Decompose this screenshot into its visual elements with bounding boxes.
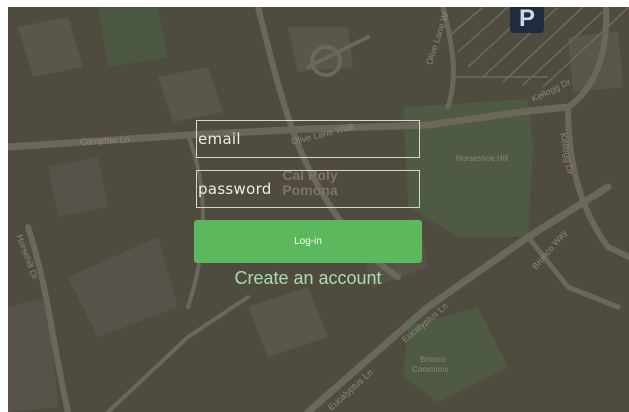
password-field[interactable]: password xyxy=(196,170,420,208)
place-label-bronco-commons-2: Commons xyxy=(412,365,449,374)
parking-icon: P xyxy=(510,7,544,33)
login-screen: P Camphor Ln Olive Lane Walk Olive Lane … xyxy=(8,7,629,412)
email-placeholder: email xyxy=(198,130,241,148)
campus-map xyxy=(8,7,629,412)
place-label-horseshoe-hill: Horseshoe Hill xyxy=(456,154,509,163)
create-account-link[interactable]: Create an account xyxy=(194,266,422,290)
parking-letter: P xyxy=(519,7,536,32)
email-field[interactable]: email xyxy=(196,120,420,158)
password-placeholder: password xyxy=(198,180,272,198)
place-label-bronco-commons-1: Bronco xyxy=(420,355,446,364)
login-button[interactable]: Log-in xyxy=(194,220,422,263)
